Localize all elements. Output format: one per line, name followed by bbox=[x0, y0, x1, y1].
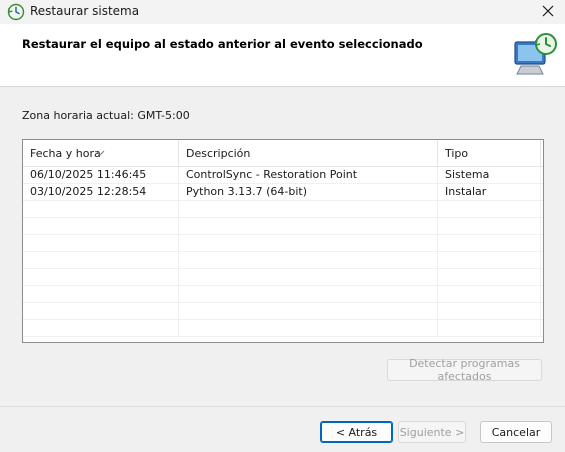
next-button[interactable]: Siguiente > bbox=[398, 421, 466, 443]
wizard-header: Restaurar el equipo al estado anterior a… bbox=[0, 24, 565, 87]
system-restore-icon bbox=[7, 3, 25, 21]
cancel-button[interactable]: Cancelar bbox=[480, 421, 552, 443]
restore-computer-icon bbox=[509, 30, 559, 80]
cell-date: 03/10/2025 12:28:54 bbox=[23, 184, 179, 200]
table-header: Fecha y hora Descripción Tipo bbox=[23, 140, 543, 167]
table-body: 06/10/2025 11:46:45 ControlSync - Restor… bbox=[23, 167, 543, 337]
cell-description: Python 3.13.7 (64-bit) bbox=[179, 184, 438, 200]
footer-divider bbox=[0, 406, 565, 407]
sort-descending-icon bbox=[95, 140, 105, 156]
column-header-date[interactable]: Fecha y hora bbox=[23, 140, 179, 166]
window-title: Restaurar sistema bbox=[30, 4, 140, 18]
table-row-empty bbox=[23, 218, 543, 235]
column-header-type[interactable]: Tipo bbox=[438, 140, 541, 166]
close-icon bbox=[542, 5, 554, 20]
table-row-empty bbox=[23, 235, 543, 252]
title-bar[interactable]: Restaurar sistema bbox=[0, 0, 565, 24]
cell-type: Instalar bbox=[438, 184, 541, 200]
cell-description: ControlSync - Restoration Point bbox=[179, 167, 438, 183]
table-row[interactable]: 03/10/2025 12:28:54 Python 3.13.7 (64-bi… bbox=[23, 184, 543, 201]
table-row-empty bbox=[23, 269, 543, 286]
table-row[interactable]: 06/10/2025 11:46:45 ControlSync - Restor… bbox=[23, 167, 543, 184]
table-row-empty bbox=[23, 320, 543, 337]
detect-affected-programs-button[interactable]: Detectar programas afectados bbox=[387, 357, 542, 383]
column-header-description[interactable]: Descripción bbox=[179, 140, 438, 166]
page-title: Restaurar el equipo al estado anterior a… bbox=[22, 37, 423, 51]
table-row-empty bbox=[23, 201, 543, 218]
table-row-empty bbox=[23, 252, 543, 269]
close-button[interactable] bbox=[531, 0, 565, 24]
timezone-label: Zona horaria actual: GMT-5:00 bbox=[22, 109, 190, 122]
restore-points-table[interactable]: Fecha y hora Descripción Tipo 06/10/2025… bbox=[22, 139, 544, 343]
cell-date: 06/10/2025 11:46:45 bbox=[23, 167, 179, 183]
back-button[interactable]: < Atrás bbox=[320, 421, 393, 443]
table-row-empty bbox=[23, 286, 543, 303]
cell-type: Sistema bbox=[438, 167, 541, 183]
table-row-empty bbox=[23, 303, 543, 320]
